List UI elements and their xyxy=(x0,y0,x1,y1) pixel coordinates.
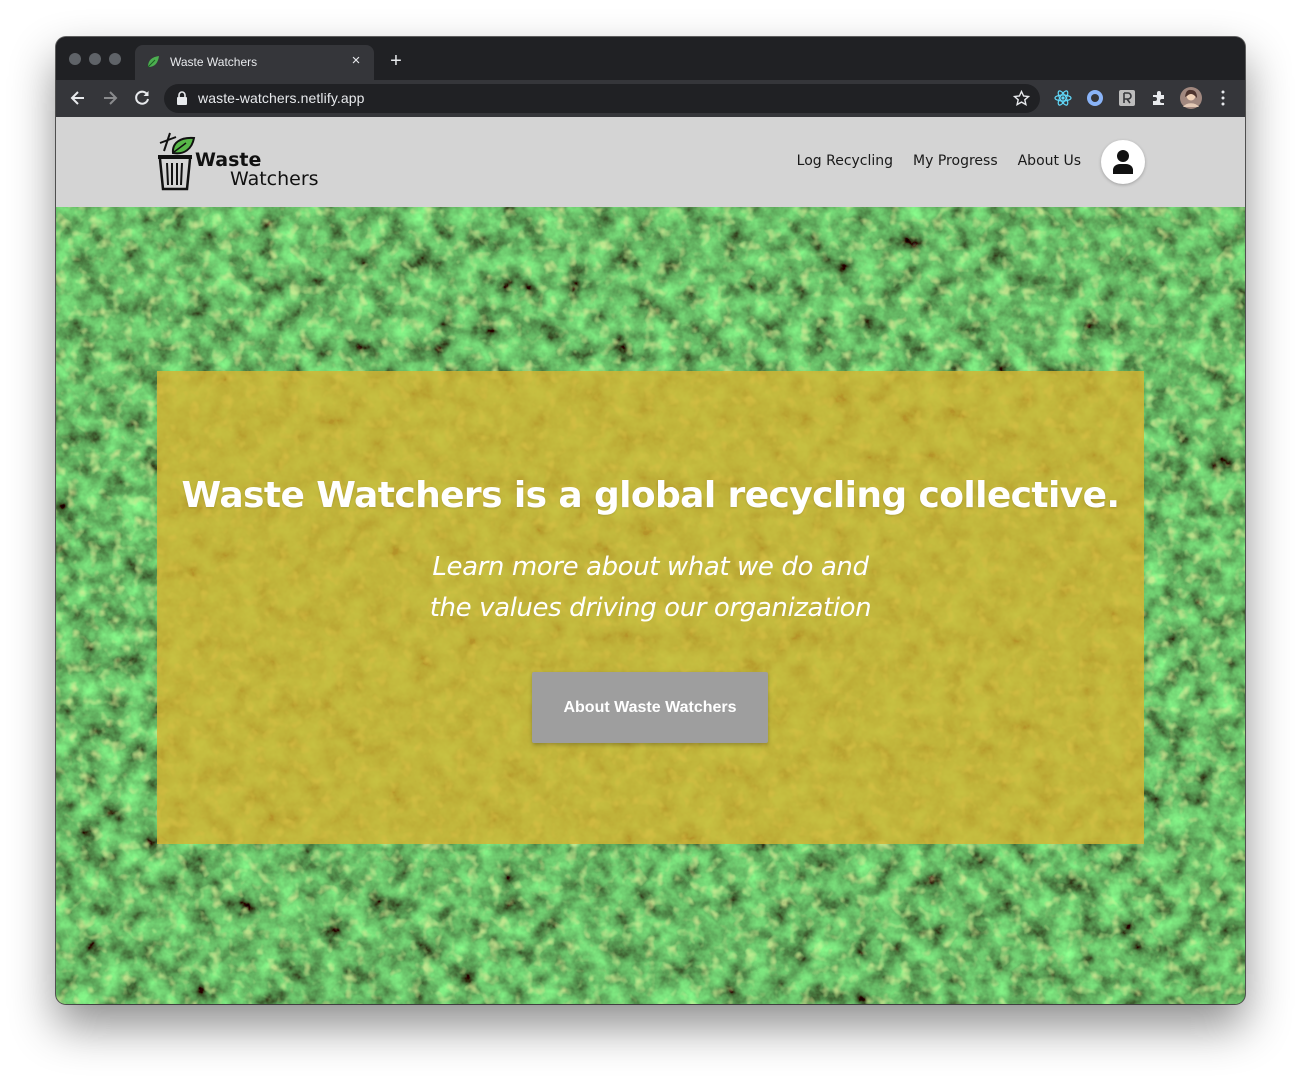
about-waste-watchers-button[interactable]: About Waste Watchers xyxy=(532,672,768,743)
hero-title: Waste Watchers is a global recycling col… xyxy=(181,475,1121,516)
new-tab-button[interactable]: + xyxy=(385,51,407,73)
browser-tab[interactable]: Waste Watchers × xyxy=(135,45,374,80)
hero-section: Waste Watchers is a global recycling col… xyxy=(56,207,1245,1004)
maximize-window-dot[interactable] xyxy=(109,53,121,65)
bookmark-star-icon[interactable] xyxy=(1013,90,1030,107)
profile-avatar-icon[interactable] xyxy=(1180,87,1202,109)
logo-word-watchers: Watchers xyxy=(230,168,319,190)
nav-about-us[interactable]: About Us xyxy=(1018,153,1081,169)
hero-subtitle: Learn more about what we do and the valu… xyxy=(157,547,1144,629)
close-tab-icon[interactable]: × xyxy=(348,53,364,69)
tab-title: Waste Watchers xyxy=(170,55,258,69)
back-arrow-icon[interactable] xyxy=(68,88,88,108)
hero-subtitle-line-1: Learn more about what we do and xyxy=(432,552,869,582)
lock-icon xyxy=(177,91,187,105)
hero-overlay-card: Waste Watchers is a global recycling col… xyxy=(157,371,1144,844)
profile-button[interactable] xyxy=(1101,140,1145,184)
user-icon xyxy=(1113,150,1133,174)
recycle-bin-leaf-icon xyxy=(158,132,196,191)
address-bar[interactable]: waste-watchers.netlify.app xyxy=(164,84,1040,113)
menu-kebab-icon[interactable] xyxy=(1214,89,1232,107)
leaf-icon xyxy=(147,56,159,68)
hero-subtitle-line-2: the values driving our organization xyxy=(429,593,872,623)
minimize-window-dot[interactable] xyxy=(89,53,101,65)
reload-icon[interactable] xyxy=(132,88,152,108)
extension-square-icon[interactable] xyxy=(1118,89,1136,107)
nav-my-progress[interactable]: My Progress xyxy=(913,153,998,169)
react-devtools-icon[interactable] xyxy=(1054,89,1072,107)
site-header: Waste Watchers Log Recycling My Progress… xyxy=(56,117,1245,207)
tab-strip: Waste Watchers × + xyxy=(56,37,1245,80)
close-window-dot[interactable] xyxy=(69,53,81,65)
forward-arrow-icon[interactable] xyxy=(100,88,120,108)
site-logo[interactable]: Waste Watchers xyxy=(156,131,326,193)
browser-window: Waste Watchers × + waste-watchers.netlif… xyxy=(56,37,1245,1004)
nav-log-recycling[interactable]: Log Recycling xyxy=(797,153,893,169)
browser-toolbar: waste-watchers.netlify.app xyxy=(56,80,1245,117)
main-nav: Log Recycling My Progress About Us xyxy=(797,153,1081,169)
extension-circle-icon[interactable] xyxy=(1086,89,1104,107)
web-page: Waste Watchers Log Recycling My Progress… xyxy=(56,117,1245,1004)
url-text: waste-watchers.netlify.app xyxy=(198,90,365,106)
puzzle-extensions-icon[interactable] xyxy=(1150,89,1168,107)
